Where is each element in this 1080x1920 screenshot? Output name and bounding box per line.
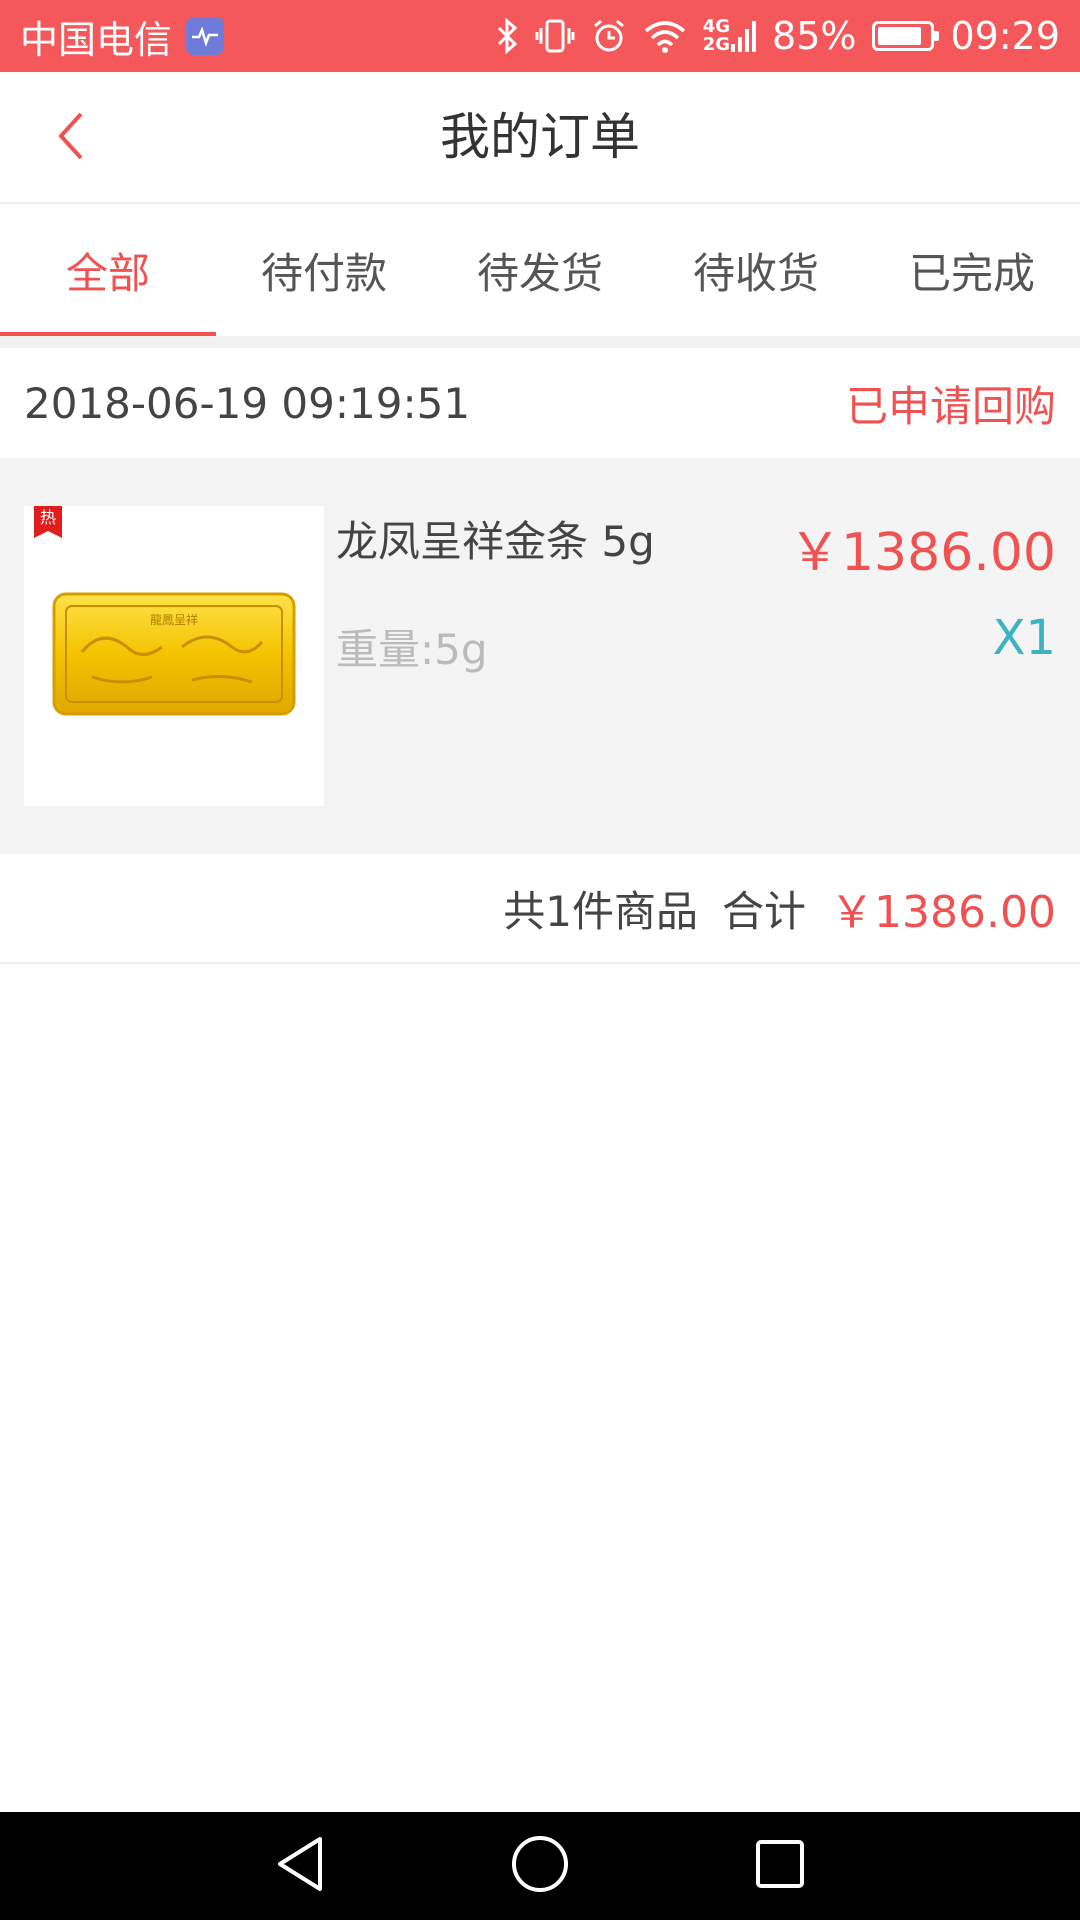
product-quantity: X1 <box>992 610 1056 666</box>
alarm-icon <box>591 18 627 54</box>
order-status: 已申请回购 <box>845 381 1056 431</box>
network-type-bottom: 2G <box>702 34 731 55</box>
battery-icon <box>872 21 940 51</box>
order-summary: 共1件商品 合计 ￥1386.00 <box>0 854 1080 964</box>
battery-percent: 85% <box>772 14 857 58</box>
system-nav-bar <box>0 1812 1080 1920</box>
product-image: 热 龍鳳呈祥 <box>24 506 324 806</box>
signal-icon: 4G 2G <box>702 18 757 55</box>
order-time: 2018-06-19 09:19:51 <box>24 378 471 428</box>
nav-back-button[interactable] <box>255 1821 345 1911</box>
nav-home-button[interactable] <box>495 1821 585 1911</box>
gold-bar-image: 龍鳳呈祥 <box>52 592 296 716</box>
order-header: 2018-06-19 09:19:51 已申请回购 <box>0 348 1080 458</box>
tab-pending-payment[interactable]: 待付款 <box>216 204 432 336</box>
product-name: 龙凤呈祥金条 5g <box>336 517 655 566</box>
carrier-name: 中国电信 <box>20 17 173 62</box>
circle-home-icon <box>510 1834 570 1898</box>
triangle-back-icon <box>274 1835 326 1897</box>
order-item[interactable]: 热 龍鳳呈祥 龙凤呈祥金条 5g 重量:5g ￥1386.00 X1 <box>0 458 1080 854</box>
tab-pending-receipt[interactable]: 待收货 <box>648 204 864 336</box>
item-count: 共1件商品 <box>503 886 699 936</box>
total-label: 合计 <box>722 886 807 936</box>
hot-badge: 热 <box>34 506 62 538</box>
app-header: 我的订单 <box>0 72 1080 204</box>
product-price: ￥1386.00 <box>788 523 1056 583</box>
tab-pending-shipment[interactable]: 待发货 <box>432 204 648 336</box>
tab-all[interactable]: 全部 <box>0 204 216 336</box>
bluetooth-icon <box>495 18 519 54</box>
square-recent-icon <box>754 1838 806 1894</box>
wifi-icon <box>643 19 687 53</box>
product-weight: 重量:5g <box>336 625 488 674</box>
page-title: 我的订单 <box>440 108 640 166</box>
order-tabs: 全部 待付款 待发货 待收货 已完成 <box>0 204 1080 336</box>
status-bar: 中国电信 4G 2G 85% 09:29 <box>0 0 1080 72</box>
nav-recent-button[interactable] <box>735 1821 825 1911</box>
total-amount: ￥1386.00 <box>830 887 1056 938</box>
health-app-icon <box>186 17 225 55</box>
clock: 09:29 <box>950 14 1060 58</box>
vibrate-icon <box>535 18 575 54</box>
tab-completed[interactable]: 已完成 <box>864 204 1080 336</box>
section-divider <box>0 336 1080 348</box>
gold-bar-inscription: 龍鳳呈祥 <box>150 612 198 627</box>
